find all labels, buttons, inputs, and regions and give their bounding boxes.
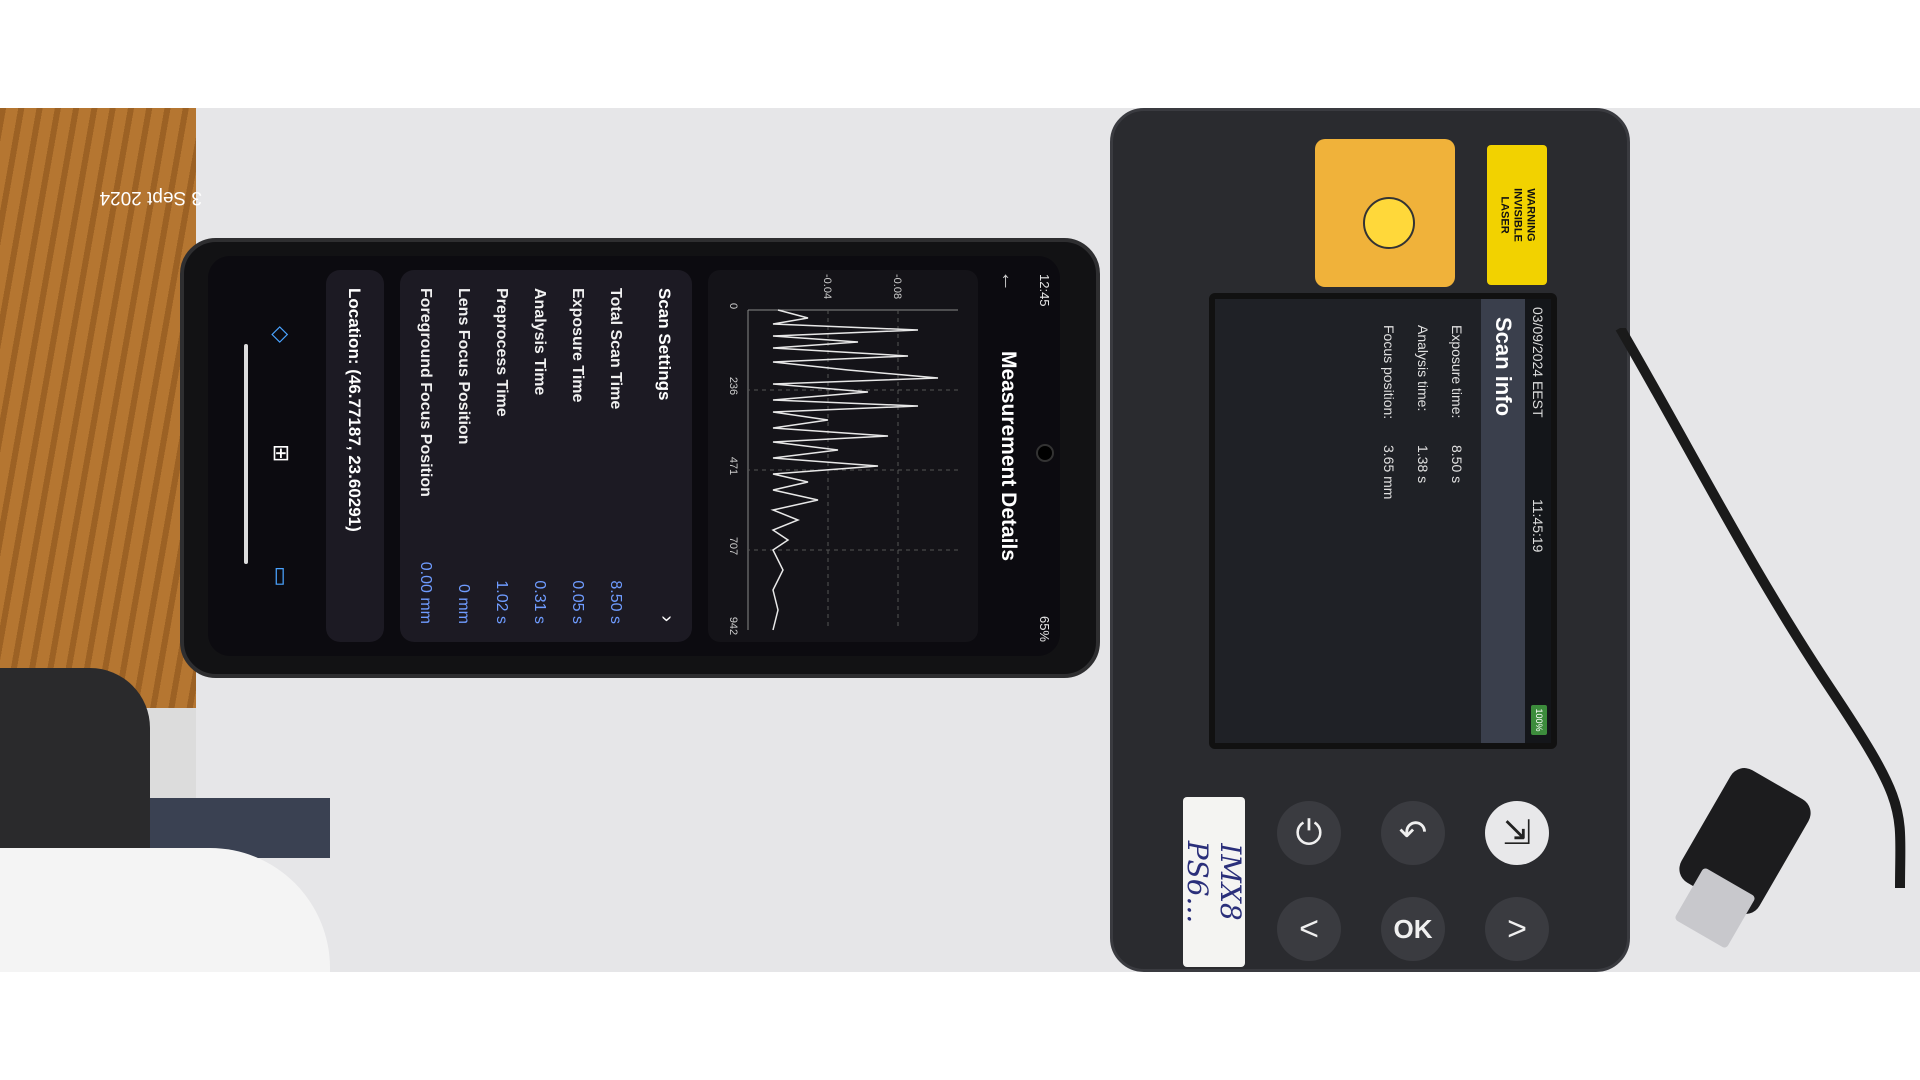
x-tick: 942 bbox=[727, 617, 739, 635]
spectrum-plot: 0 236 471 707 942 -0.08 -0.04 bbox=[708, 270, 978, 642]
y-tick: -0.04 bbox=[821, 274, 833, 299]
device-date: 03/09/2024 EEST bbox=[1530, 307, 1546, 418]
setting-label: Analysis Time bbox=[531, 288, 548, 396]
status-time: 12:45 bbox=[1037, 274, 1052, 307]
device-info-label: Analysis time: bbox=[1415, 325, 1431, 412]
device-info-value: 3.65 mm bbox=[1381, 445, 1397, 500]
warning-word: LASER bbox=[1498, 196, 1511, 234]
phone-screen-content: 12:45 65% ← Measurement Details 0 236 47… bbox=[208, 256, 1060, 656]
setting-row: Total Scan Time 8.50 s bbox=[596, 288, 636, 624]
setting-row: Preprocess Time 1.02 s bbox=[482, 288, 522, 624]
setting-label: Lens Focus Position bbox=[455, 288, 472, 445]
location-text: Location: (46.77187, 23.60291) bbox=[345, 288, 364, 532]
handwritten-label: IMX8 PS6... bbox=[1181, 797, 1247, 967]
device-battery: 100% bbox=[1531, 705, 1547, 735]
setting-row: Foreground Focus Position 0.00 mm bbox=[406, 288, 446, 624]
device-screen: 03/09/2024 EEST 11:45:19 100% Scan info … bbox=[1209, 293, 1557, 749]
x-tick: 471 bbox=[727, 457, 739, 475]
warning-word: WARNING bbox=[1524, 188, 1537, 242]
front-camera-icon bbox=[1036, 444, 1054, 462]
setting-label: Foreground Focus Position bbox=[417, 288, 434, 497]
setting-row: Exposure Time 0.05 s bbox=[558, 288, 598, 624]
nav-battery-icon[interactable]: ▭ bbox=[268, 566, 294, 587]
setting-row: Analysis Time 0.31 s bbox=[520, 288, 560, 624]
setting-row: Lens Focus Position 0 mm bbox=[444, 288, 484, 624]
cartoon-sticker bbox=[1315, 139, 1455, 287]
device-title: Scan info bbox=[1491, 317, 1516, 417]
setting-label: Preprocess Time bbox=[493, 288, 510, 417]
setting-label: Exposure Time bbox=[569, 288, 586, 403]
nav-left-button[interactable]: < bbox=[1277, 897, 1341, 961]
status-battery: 65% bbox=[1037, 615, 1052, 642]
photo: 3 Sept 2024 12:45 65% ← Measurement Deta… bbox=[0, 108, 1920, 972]
device-info-value: 1.38 s bbox=[1415, 445, 1431, 484]
back-button[interactable]: ↶ bbox=[1381, 801, 1445, 865]
nav-home-icon[interactable]: ◇ bbox=[268, 326, 294, 343]
power-button[interactable]: ⏻ bbox=[1277, 801, 1341, 865]
ok-button[interactable]: OK bbox=[1381, 897, 1445, 961]
gesture-bar[interactable] bbox=[244, 344, 248, 564]
setting-value: 1.02 s bbox=[493, 580, 510, 624]
smartphone: 12:45 65% ← Measurement Details 0 236 47… bbox=[180, 238, 1100, 678]
y-tick: -0.08 bbox=[891, 274, 903, 299]
spectrum-svg: 0 236 471 707 942 -0.08 -0.04 bbox=[727, 274, 958, 635]
device-screen-content: 03/09/2024 EEST 11:45:19 100% Scan info … bbox=[1215, 299, 1551, 743]
bottom-nav: ◇ ⊞ ▭ bbox=[208, 256, 308, 656]
page-title: Measurement Details bbox=[997, 350, 1020, 562]
laser-warning-label: WARNING INVISIBLE LASER bbox=[1487, 145, 1547, 285]
scan-settings-card[interactable]: Scan Settings › Total Scan Time 8.50 s E… bbox=[400, 270, 692, 642]
device-time: 11:45:19 bbox=[1530, 499, 1546, 553]
device-info-label: Focus position: bbox=[1381, 325, 1397, 420]
device-status-bar: 03/09/2024 EEST 11:45:19 100% bbox=[1525, 299, 1551, 743]
photo-date-stamp: 3 Sept 2024 bbox=[99, 187, 202, 208]
nav-right-button[interactable]: > bbox=[1485, 897, 1549, 961]
setting-value: 0 mm bbox=[455, 584, 472, 624]
setting-value: 0.00 mm bbox=[417, 561, 434, 624]
location-card: Location: (46.77187, 23.60291) bbox=[326, 270, 384, 642]
x-tick: 707 bbox=[727, 537, 739, 555]
setting-label: Total Scan Time bbox=[607, 288, 624, 410]
device-info-label: Exposure time: bbox=[1449, 325, 1465, 419]
chevron-right-icon[interactable]: › bbox=[655, 615, 678, 622]
scanner-device: WARNING INVISIBLE LASER 03/09/2024 EEST … bbox=[1110, 108, 1630, 972]
device-title-bar: Scan info bbox=[1481, 299, 1525, 743]
x-tick: 0 bbox=[727, 303, 739, 309]
warning-word: INVISIBLE bbox=[1511, 188, 1524, 242]
sticker-face bbox=[1363, 197, 1415, 249]
device-info-value: 8.50 s bbox=[1449, 445, 1465, 484]
x-tick: 236 bbox=[727, 377, 739, 395]
setting-value: 8.50 s bbox=[607, 580, 624, 624]
setting-value: 0.31 s bbox=[531, 580, 548, 624]
exit-button[interactable]: ⇲ bbox=[1485, 801, 1549, 865]
phone-screen: 12:45 65% ← Measurement Details 0 236 47… bbox=[208, 256, 1060, 656]
handwritten-label-text: IMX8 PS6... bbox=[1181, 840, 1247, 924]
setting-value: 0.05 s bbox=[569, 580, 586, 624]
nav-add-icon[interactable]: ⊞ bbox=[268, 444, 294, 462]
scan-settings-header: Scan Settings bbox=[655, 288, 674, 401]
